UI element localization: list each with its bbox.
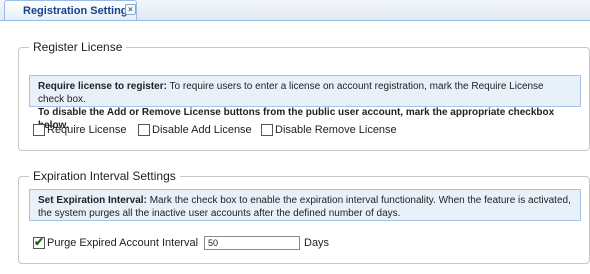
expiration-interval-legend: Expiration Interval Settings bbox=[29, 169, 180, 183]
checkmark-icon: ✔ bbox=[34, 235, 45, 249]
require-license-label: Require License bbox=[47, 124, 127, 136]
disable-remove-license-label: Disable Remove License bbox=[275, 124, 397, 136]
register-license-legend: Register License bbox=[29, 40, 127, 54]
disable-add-license-checkbox[interactable] bbox=[138, 124, 150, 136]
tab-label: Registration Settings bbox=[23, 5, 134, 17]
purge-expired-checkbox[interactable]: ✔ bbox=[33, 235, 45, 249]
register-license-info-bold: Require license to register: bbox=[38, 81, 167, 92]
require-license-checkbox[interactable] bbox=[33, 124, 45, 136]
disable-remove-license-checkbox[interactable] bbox=[261, 124, 273, 136]
expiration-info-bold: Set Expiration Interval: bbox=[38, 195, 147, 206]
expiration-interval-panel: Expiration Interval Settings Set Expirat… bbox=[18, 169, 590, 264]
expiration-info: Set Expiration Interval: Mark the check … bbox=[29, 189, 581, 221]
register-license-info: Require license to register: To require … bbox=[29, 75, 581, 131]
close-icon[interactable]: × bbox=[125, 4, 136, 15]
days-unit-label: Days bbox=[304, 237, 330, 249]
register-license-panel: Register License Require license to regi… bbox=[18, 40, 590, 151]
purge-expired-label: Purge Expired Account Interval bbox=[47, 237, 199, 249]
days-input[interactable]: 50 bbox=[204, 236, 300, 250]
tab-bar: Registration Settings × bbox=[0, 0, 590, 21]
disable-add-license-label: Disable Add License bbox=[152, 124, 252, 136]
tab-registration-settings[interactable]: Registration Settings × bbox=[4, 0, 137, 20]
